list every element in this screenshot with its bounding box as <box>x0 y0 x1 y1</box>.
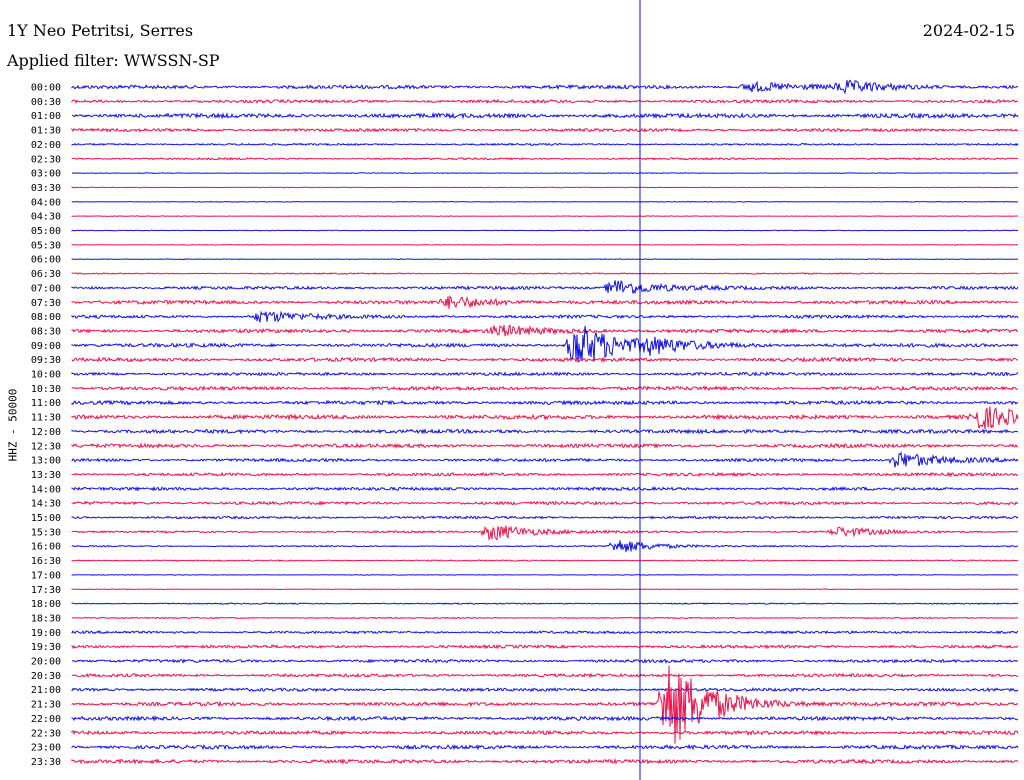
trace-line <box>71 442 1019 450</box>
time-tick-label: 23:00 <box>31 743 61 754</box>
time-tick-label: 05:30 <box>31 240 61 251</box>
time-tick-label: 17:00 <box>31 570 61 581</box>
trace-line <box>71 540 1019 553</box>
time-tick-label: 06:00 <box>31 255 61 266</box>
time-tick-label: 03:30 <box>31 183 61 194</box>
time-tick-label: 13:30 <box>31 470 61 481</box>
trace-line <box>71 658 1018 664</box>
time-tick-label: 01:30 <box>31 126 61 137</box>
time-tick-label: 12:00 <box>31 427 61 438</box>
trace-line <box>71 127 1019 133</box>
time-tick-label: 08:00 <box>31 312 61 323</box>
trace-line <box>71 715 1019 722</box>
time-tick-label: 02:30 <box>31 154 61 165</box>
trace-line <box>71 371 1019 377</box>
trace-line <box>71 111 1019 120</box>
trace-line <box>71 385 1019 392</box>
time-tick-label: 05:00 <box>31 226 61 237</box>
trace-line <box>71 729 1019 737</box>
trace-line <box>71 215 1019 218</box>
trace-line <box>71 757 1019 766</box>
time-tick-label: 10:30 <box>31 384 61 395</box>
trace-line <box>71 156 1019 161</box>
time-tick-label: 02:00 <box>31 140 61 151</box>
time-tick-label: 22:00 <box>31 714 61 725</box>
time-tick-label: 11:30 <box>31 413 61 424</box>
trace-line <box>71 743 1019 751</box>
trace-line <box>71 500 1019 507</box>
time-tick-group: 00:00 00:30 01:00 01:30 02:00 02:30 03:00 03:30… <box>31 83 61 768</box>
trace-line <box>71 686 1019 693</box>
time-tick-label: 20:00 <box>31 657 61 668</box>
trace-line <box>71 399 1019 406</box>
trace-line <box>71 280 1019 295</box>
time-tick-label: 11:00 <box>31 398 61 409</box>
seismogram-plot: 00:00 00:30 01:00 01:30 02:00 02:30 03:00 03:30… <box>31 0 1019 780</box>
trace-line <box>71 665 1019 744</box>
trace-line <box>71 356 1019 364</box>
time-tick-label: 17:30 <box>31 585 61 596</box>
time-tick-label: 19:00 <box>31 628 61 639</box>
trace-line <box>71 630 1019 635</box>
trace-line <box>71 406 1019 430</box>
time-tick-label: 10:00 <box>31 370 61 381</box>
time-tick-label: 03:00 <box>31 169 61 180</box>
trace-line <box>71 451 1019 468</box>
trace-line <box>71 515 1019 520</box>
trace-line <box>71 428 1019 435</box>
time-tick-label: 16:00 <box>31 542 61 553</box>
time-tick-label: 23:30 <box>31 757 61 768</box>
time-tick-label: 07:00 <box>31 283 61 294</box>
trace-line <box>71 588 1019 591</box>
time-tick-label: 06:30 <box>31 269 61 280</box>
trace-line <box>71 186 1019 189</box>
trace-line <box>71 79 1019 95</box>
trace-line <box>72 616 1019 620</box>
trace-line <box>71 142 1019 147</box>
time-tick-label: 18:00 <box>31 599 61 610</box>
time-tick-label: 04:00 <box>31 197 61 208</box>
time-tick-label: 21:00 <box>31 685 61 696</box>
time-tick-label: 00:30 <box>31 97 61 108</box>
trace-line <box>71 643 1019 650</box>
trace-line <box>71 324 1018 337</box>
trace-line <box>71 574 1019 576</box>
time-tick-label: 15:00 <box>31 513 61 524</box>
trace-line <box>71 602 1019 605</box>
time-tick-label: 15:30 <box>31 527 61 538</box>
trace-line <box>71 243 1019 246</box>
time-tick-label: 14:30 <box>31 499 61 510</box>
time-tick-label: 07:30 <box>31 298 61 309</box>
trace-line <box>71 471 1019 478</box>
trace-line <box>71 310 1019 323</box>
trace-line <box>71 672 1019 679</box>
trace-line <box>71 295 1019 309</box>
time-tick-label: 01:00 <box>31 111 61 122</box>
trace-line <box>71 258 1019 261</box>
time-tick-label: 21:30 <box>31 700 61 711</box>
trace-line <box>71 525 1019 542</box>
time-tick-label: 12:30 <box>31 441 61 452</box>
time-tick-label: 19:30 <box>31 642 61 653</box>
time-tick-label: 20:30 <box>31 671 61 682</box>
time-tick-label: 09:30 <box>31 355 61 366</box>
time-tick-label: 22:30 <box>31 728 61 739</box>
trace-line <box>71 172 1019 174</box>
time-tick-label: 14:00 <box>31 484 61 495</box>
trace-line <box>71 485 1019 492</box>
time-tick-label: 16:30 <box>31 556 61 567</box>
trace-line <box>71 229 1019 232</box>
time-tick-label: 08:30 <box>31 326 61 337</box>
trace-line <box>71 272 1019 275</box>
time-tick-label: 09:00 <box>31 341 61 352</box>
time-tick-label: 04:30 <box>31 212 61 223</box>
trace-line <box>71 200 1019 203</box>
trace-line <box>71 559 1019 562</box>
trace-line <box>71 98 1019 105</box>
time-tick-label: 00:00 <box>31 83 61 94</box>
trace-group <box>71 79 1019 766</box>
time-tick-label: 18:30 <box>31 613 61 624</box>
time-tick-label: 13:00 <box>31 456 61 467</box>
